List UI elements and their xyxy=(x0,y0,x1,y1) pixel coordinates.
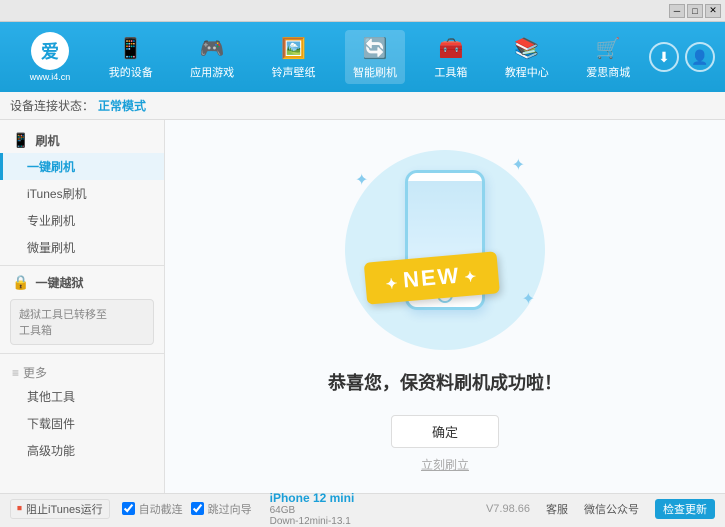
sidebar-item-itunes-flash[interactable]: iTunes刷机 xyxy=(0,180,164,207)
confirm-button[interactable]: 确定 xyxy=(391,415,499,448)
sidebar-locked-label: 一键越狱 xyxy=(35,274,83,291)
stop-itunes-button[interactable]: ⏹ 阻止iTunes运行 xyxy=(10,499,110,519)
device-model: Down-12mini-13.1 xyxy=(270,516,355,527)
header-right: ⬇ 👤 xyxy=(649,42,715,72)
status-bar: 设备连接状态： 正常模式 xyxy=(0,92,725,120)
nav-apps[interactable]: 🎮 应用游戏 xyxy=(182,30,242,84)
smart-flash-icon: 🔄 xyxy=(361,34,389,62)
sidebar-item-pro-flash[interactable]: 专业刷机 xyxy=(0,207,164,234)
nav-smart-flash[interactable]: 🔄 智能刷机 xyxy=(345,30,405,84)
auto-connect-checkbox[interactable]: 自动截连 xyxy=(122,501,183,517)
update-button[interactable]: 检查更新 xyxy=(655,499,715,519)
status-label: 设备连接状态： xyxy=(10,97,94,114)
nav-tutorial[interactable]: 📚 教程中心 xyxy=(497,30,557,84)
auto-connect-label: 自动截连 xyxy=(139,501,183,517)
footer-left: ⏹ 阻止iTunes运行 xyxy=(10,499,110,519)
sidebar-section-flash-label: 刷机 xyxy=(35,132,59,149)
sidebar-item-other-tools[interactable]: 其他工具 xyxy=(0,383,164,410)
nav-toolbox[interactable]: 🧰 工具箱 xyxy=(426,30,475,84)
mall-icon: 🛒 xyxy=(594,34,622,62)
nav-items: 📱 我的设备 🎮 应用游戏 🖼️ 铃声壁纸 🔄 智能刷机 🧰 工具箱 📚 教程中… xyxy=(90,30,649,84)
sidebar-divider-2 xyxy=(0,353,164,354)
nav-mall-label: 爱思商城 xyxy=(586,64,630,80)
stop-itunes-label: 阻止iTunes运行 xyxy=(26,501,103,517)
success-illustration: ✦ ✦ ✦ NEW xyxy=(335,140,555,349)
nav-apps-label: 应用游戏 xyxy=(190,64,234,80)
sidebar-section-more-label: 更多 xyxy=(23,364,47,381)
sidebar-warning-text: 越狱工具已转移至 工具箱 xyxy=(19,309,107,337)
stop-icon: ⏹ xyxy=(17,503,22,514)
sidebar-item-advanced[interactable]: 高级功能 xyxy=(0,437,164,464)
header: 爱 www.i4.cn 📱 我的设备 🎮 应用游戏 🖼️ 铃声壁纸 🔄 智能刷机… xyxy=(0,22,725,92)
skip-wizard-checkbox[interactable]: 跳过向导 xyxy=(191,501,252,517)
wechat-link[interactable]: 微信公众号 xyxy=(584,501,639,517)
close-button[interactable]: ✕ xyxy=(705,4,721,18)
minimize-button[interactable]: ─ xyxy=(669,4,685,18)
sidebar-locked-jailbreak: 🔒 一键越狱 xyxy=(0,270,164,295)
my-device-icon: 📱 xyxy=(117,34,145,62)
nav-wallpaper-label: 铃声壁纸 xyxy=(272,64,316,80)
status-value: 正常模式 xyxy=(98,97,146,114)
sidebar-section-flash: 📱 刷机 xyxy=(0,128,164,153)
toolbox-icon: 🧰 xyxy=(437,34,465,62)
maximize-button[interactable]: □ xyxy=(687,4,703,18)
nav-mall[interactable]: 🛒 爱思商城 xyxy=(578,30,638,84)
logo-url: www.i4.cn xyxy=(30,72,71,82)
user-button[interactable]: 👤 xyxy=(685,42,715,72)
auto-connect-input[interactable] xyxy=(122,502,135,515)
sparkle-3: ✦ xyxy=(522,289,535,309)
apps-icon: 🎮 xyxy=(198,34,226,62)
flash-section-icon: 📱 xyxy=(12,132,29,149)
service-link[interactable]: 客服 xyxy=(546,501,568,517)
device-info: iPhone 12 mini 64GB Down-12mini-13.1 xyxy=(270,491,355,527)
skip-wizard-label: 跳过向导 xyxy=(208,501,252,517)
lock-icon: 🔒 xyxy=(12,274,29,291)
success-message: 恭喜您，保资料刷机成功啦！ xyxy=(328,369,562,395)
more-section-icon: ≡ xyxy=(12,366,19,380)
sparkle-2: ✦ xyxy=(512,155,525,175)
footer-right: V7.98.66 客服 微信公众号 检查更新 xyxy=(486,499,715,519)
tutorial-icon: 📚 xyxy=(513,34,541,62)
sidebar-item-micro-flash[interactable]: 微量刷机 xyxy=(0,234,164,261)
logo-icon: 爱 xyxy=(31,32,69,70)
wallpaper-icon: 🖼️ xyxy=(280,34,308,62)
footer: ⏹ 阻止iTunes运行 自动截连 跳过向导 iPhone 12 mini 64… xyxy=(0,493,725,523)
sidebar-section-more: ≡ 更多 xyxy=(0,358,164,383)
title-bar: ─ □ ✕ xyxy=(0,0,725,22)
nav-toolbox-label: 工具箱 xyxy=(434,64,467,80)
nav-smart-flash-label: 智能刷机 xyxy=(353,64,397,80)
sparkle-1: ✦ xyxy=(355,170,368,190)
device-storage: 64GB xyxy=(270,505,355,516)
download-button[interactable]: ⬇ xyxy=(649,42,679,72)
version-label: V7.98.66 xyxy=(486,503,530,515)
nav-my-device-label: 我的设备 xyxy=(109,64,153,80)
nav-tutorial-label: 教程中心 xyxy=(505,64,549,80)
sidebar: 📱 刷机 一键刷机 iTunes刷机 专业刷机 微量刷机 🔒 一键越狱 越狱工具… xyxy=(0,120,165,493)
logo-area: 爱 www.i4.cn xyxy=(10,32,90,82)
content-area: ✦ ✦ ✦ NEW 恭喜您，保资料刷机成功啦！ 确定 立刻刷立 xyxy=(165,120,725,493)
sidebar-divider-1 xyxy=(0,265,164,266)
nav-wallpaper[interactable]: 🖼️ 铃声壁纸 xyxy=(264,30,324,84)
sidebar-item-download-firmware[interactable]: 下载固件 xyxy=(0,410,164,437)
sidebar-item-one-click-flash[interactable]: 一键刷机 xyxy=(0,153,164,180)
sidebar-warning: 越狱工具已转移至 工具箱 xyxy=(10,299,154,345)
nav-my-device[interactable]: 📱 我的设备 xyxy=(101,30,161,84)
device-name: iPhone 12 mini xyxy=(270,491,355,505)
flash-again-link[interactable]: 立刻刷立 xyxy=(421,456,469,473)
main-area: 📱 刷机 一键刷机 iTunes刷机 专业刷机 微量刷机 🔒 一键越狱 越狱工具… xyxy=(0,120,725,493)
skip-wizard-input[interactable] xyxy=(191,502,204,515)
